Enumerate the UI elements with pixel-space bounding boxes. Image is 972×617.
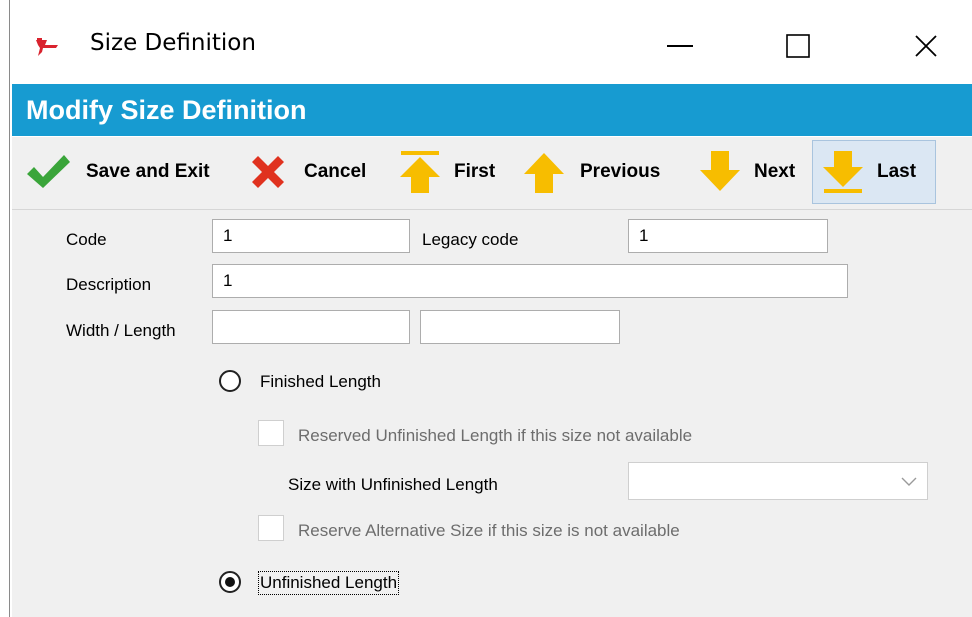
unfinished-length-radio[interactable] [219, 571, 241, 593]
width-field[interactable] [212, 310, 410, 344]
toolbar: Save and Exit Cancel First Previous Next… [12, 137, 972, 210]
form-area: Code 1 Legacy code 1 Description 1 Width… [12, 210, 972, 617]
save-and-exit-label: Save and Exit [86, 161, 210, 182]
first-arrow-icon [400, 151, 440, 193]
previous-label: Previous [580, 161, 661, 182]
close-icon [915, 35, 937, 57]
legacy-code-field[interactable]: 1 [628, 219, 828, 253]
reserved-unfinished-label[interactable]: Reserved Unfinished Length if this size … [298, 426, 692, 446]
unfinished-length-label[interactable]: Unfinished Length [257, 571, 400, 595]
window-left-border [9, 0, 10, 617]
first-button[interactable]: First [398, 140, 508, 204]
header-banner: Modify Size Definition [12, 84, 972, 136]
first-label: First [454, 161, 496, 182]
size-unfinished-label: Size with Unfinished Length [288, 475, 498, 494]
reserved-unfinished-checkbox[interactable] [258, 420, 284, 446]
app-icon [36, 38, 58, 56]
finished-length-radio[interactable] [219, 370, 241, 392]
last-button[interactable]: Last [812, 140, 936, 204]
maximize-icon [786, 34, 810, 58]
description-field[interactable]: 1 [212, 264, 848, 298]
description-label: Description [66, 275, 152, 294]
last-arrow-icon [823, 151, 863, 193]
legacy-code-label: Legacy code [422, 230, 519, 249]
checkmark-icon [27, 155, 70, 188]
previous-arrow-icon [524, 153, 564, 193]
code-field[interactable]: 1 [212, 219, 410, 253]
size-unfinished-dropdown[interactable] [628, 462, 928, 500]
last-label: Last [877, 161, 917, 182]
next-label: Next [754, 161, 796, 182]
radio-selected-dot [225, 577, 235, 587]
minimize-button[interactable] [650, 24, 710, 68]
finished-length-label[interactable]: Finished Length [260, 372, 381, 392]
cancel-label: Cancel [304, 161, 367, 182]
previous-button[interactable]: Previous [522, 140, 687, 204]
next-arrow-icon [700, 151, 740, 191]
reserve-alternative-checkbox[interactable] [258, 515, 284, 541]
cancel-x-icon [252, 156, 284, 188]
reserve-alternative-label[interactable]: Reserve Alternative Size if this size is… [298, 521, 680, 541]
chevron-down-icon [901, 477, 917, 486]
close-button[interactable] [896, 24, 956, 68]
cancel-button[interactable]: Cancel [248, 140, 388, 204]
next-button[interactable]: Next [698, 140, 808, 204]
save-and-exit-button[interactable]: Save and Exit [24, 140, 236, 204]
title-bar: Size Definition [10, 0, 972, 84]
code-label: Code [66, 230, 107, 249]
maximize-button[interactable] [768, 24, 828, 68]
length-field[interactable] [420, 310, 620, 344]
window-title: Size Definition [90, 30, 256, 56]
banner-title: Modify Size Definition [26, 95, 307, 125]
width-length-label: Width / Length [66, 321, 176, 340]
minimize-icon [667, 45, 693, 47]
